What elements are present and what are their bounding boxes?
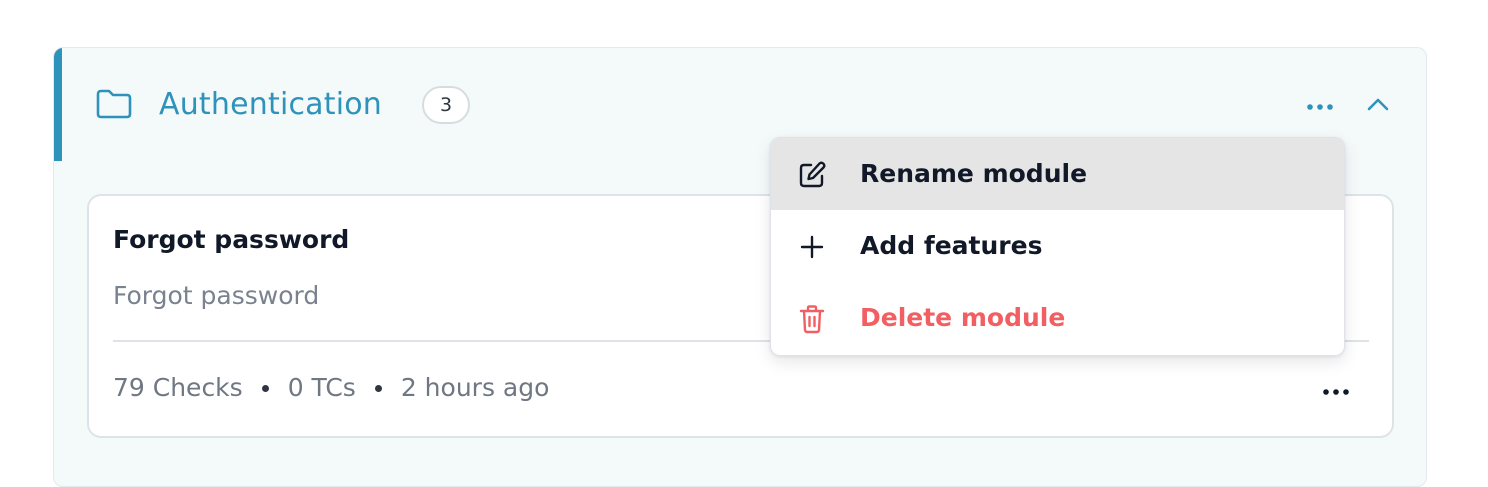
meta-separator-dot [261,384,269,392]
module-title[interactable]: Authentication [159,86,382,124]
menu-item-add-features[interactable]: Add features [771,210,1344,282]
more-horizontal-icon [1322,381,1350,400]
feature-title[interactable]: Forgot password [113,224,349,256]
module-more-button[interactable] [1300,90,1340,120]
module-accent-bar [54,48,62,161]
feature-checks-count: 79 Checks [113,373,243,402]
chevron-up-icon [1366,96,1390,115]
folder-icon [95,88,133,120]
menu-item-delete-module[interactable]: Delete module [771,282,1344,354]
menu-item-rename-module[interactable]: Rename module [771,138,1344,210]
menu-item-label: Rename module [860,159,1088,188]
module-actions-menu: Rename module Add features Delete module [770,137,1345,356]
more-horizontal-icon [1306,96,1334,115]
meta-separator-dot [374,384,382,392]
feature-more-button[interactable] [1314,376,1358,404]
module-count-badge: 3 [422,86,470,124]
feature-updated-time: 2 hours ago [400,373,550,402]
menu-item-label: Add features [860,231,1043,260]
feature-description: Forgot password [113,281,320,310]
feature-meta: 79 Checks 0 TCs 2 hours ago [113,372,549,404]
module-collapse-button[interactable] [1358,90,1398,120]
trash-icon [797,304,827,334]
edit-icon [797,160,827,190]
menu-item-label: Delete module [860,303,1066,332]
feature-tcs-count: 0 TCs [287,373,356,402]
plus-icon [797,232,827,262]
